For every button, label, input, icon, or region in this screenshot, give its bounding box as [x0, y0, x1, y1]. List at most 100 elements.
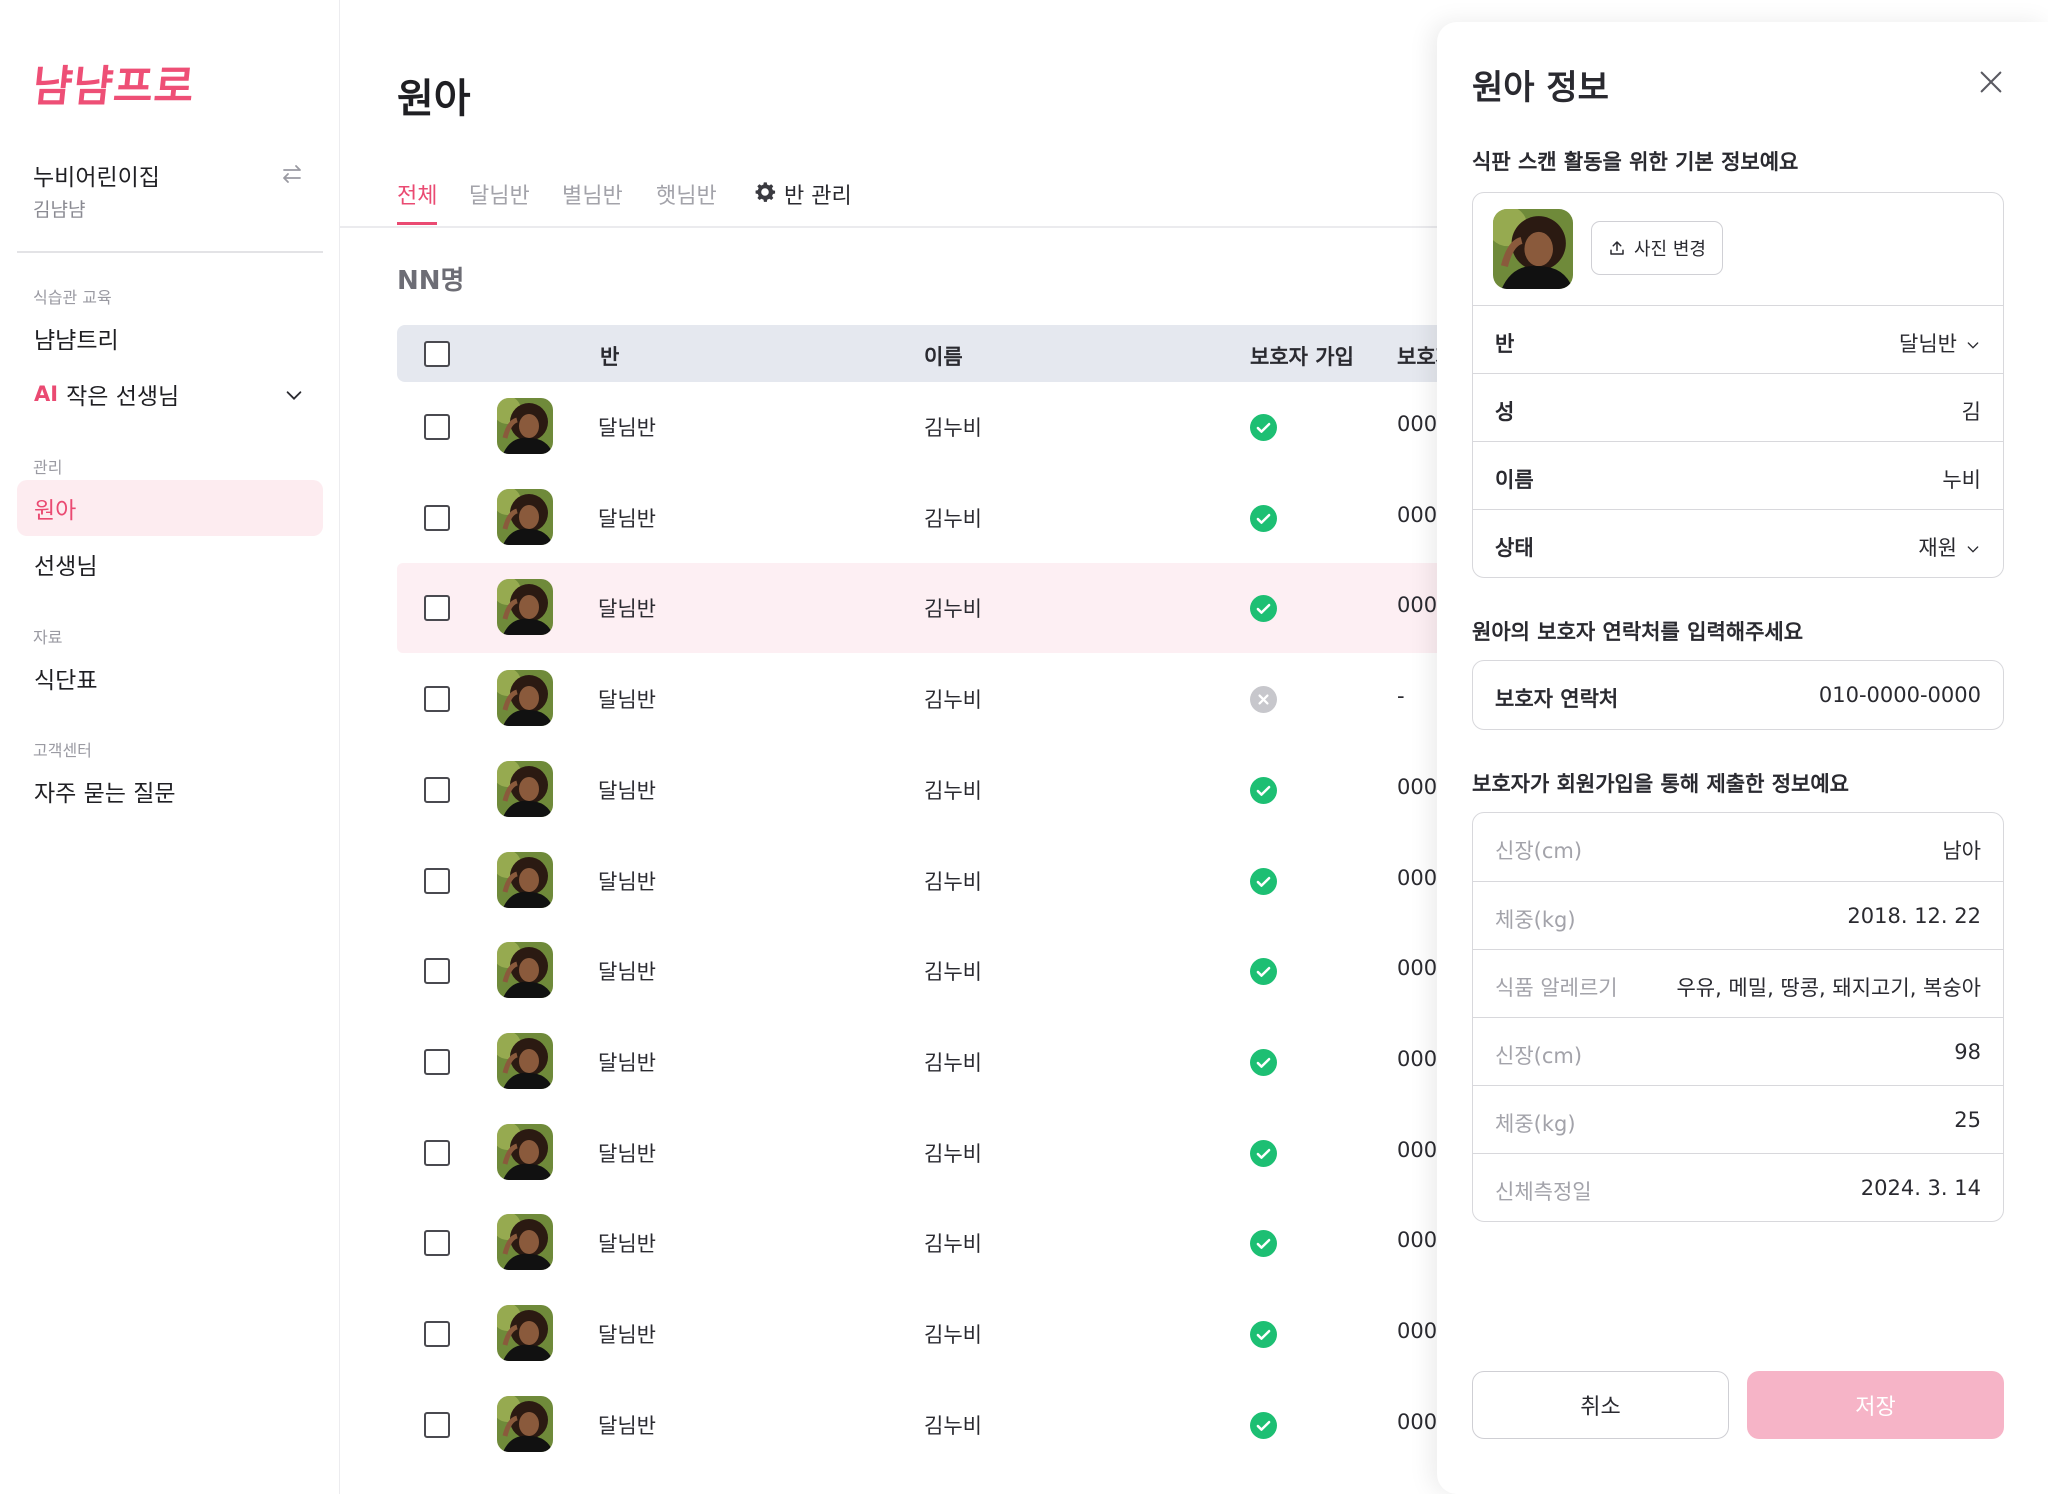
row-checkbox[interactable] — [424, 776, 450, 803]
table-row[interactable]: 달님반 김누비 000 — [397, 382, 1457, 472]
chevron-down-icon — [1967, 342, 1979, 349]
row-checkbox[interactable] — [424, 595, 450, 622]
switch-org-icon[interactable] — [280, 162, 304, 186]
row-checkbox[interactable] — [424, 414, 450, 440]
basic-info-card: 사진 변경 반 달님반 성 김 이름 누비 상태 재원 — [1472, 192, 2004, 578]
row-name: 김누비 — [924, 778, 982, 803]
table-row[interactable]: 달님반 김누비 000 — [397, 1380, 1457, 1470]
section-support-label: 고객센터 — [33, 741, 92, 760]
row-contact: 000 — [1397, 412, 1438, 436]
submitted-info-description: 보호자가 회원가입을 통해 제출한 정보예요 — [1472, 772, 1850, 796]
column-header-name[interactable]: 이름 — [924, 341, 963, 371]
table-header: 반 이름 보호자 가입 보호자 — [397, 325, 1457, 382]
row-checkbox[interactable] — [424, 1139, 450, 1166]
submitted-value: 2024. 3. 14 — [1860, 1176, 1981, 1200]
field-value[interactable]: 누비 — [1942, 464, 1981, 494]
cancel-button[interactable]: 취소 — [1472, 1371, 1729, 1439]
org-name: 누비어린이집 — [33, 165, 160, 191]
submitted-label: 신체측정일 — [1495, 1180, 1592, 1204]
row-contact: 000 — [1397, 1409, 1438, 1434]
sidebar-item-label: 선생님 — [34, 554, 98, 580]
sidebar-divider — [17, 251, 323, 253]
row-checkbox[interactable] — [424, 1321, 450, 1347]
table-row[interactable]: 달님반 김누비 000 — [397, 1198, 1457, 1288]
field-value[interactable]: 달님반 — [1899, 328, 1981, 358]
change-photo-button[interactable]: 사진 변경 — [1591, 221, 1723, 275]
table-row[interactable]: 달님반 김누비 000 — [397, 1017, 1457, 1107]
table-row[interactable]: 달님반 김누비 000 — [397, 745, 1457, 835]
guardian-contact-field[interactable]: 보호자 연락처 010-0000-0000 — [1473, 661, 2003, 729]
row-class: 달님반 — [598, 1141, 656, 1166]
guardian-contact-input[interactable]: 010-0000-0000 — [1819, 683, 1981, 707]
check-circle-icon — [1250, 414, 1277, 441]
field-row[interactable]: 반 달님반 — [1473, 305, 2003, 373]
photo-row: 사진 변경 — [1473, 193, 2003, 305]
tab-all[interactable]: 전체 — [397, 178, 437, 210]
chevron-down-icon — [1967, 546, 1979, 553]
brand-logo[interactable]: 냠냠프로 — [30, 52, 199, 114]
select-all-checkbox[interactable] — [424, 341, 450, 367]
close-icon[interactable] — [1977, 68, 2005, 96]
row-name: 김누비 — [924, 960, 982, 985]
sidebar-item-ai-teacher[interactable]: AI 작은 선생님 — [17, 366, 323, 422]
row-name: 김누비 — [924, 1232, 982, 1257]
sidebar-item-children[interactable]: 원아 — [17, 480, 323, 536]
field-row[interactable]: 성김 — [1473, 373, 2003, 441]
field-value[interactable]: 김 — [1962, 396, 1981, 426]
save-button[interactable]: 저장 — [1747, 1371, 2004, 1439]
submitted-info-row: 식품 알레르기 우유, 메밀, 땅콩, 돼지고기, 복숭아 — [1473, 949, 2003, 1017]
row-checkbox[interactable] — [424, 958, 450, 985]
row-class: 달님반 — [598, 1232, 656, 1257]
table-row[interactable]: 달님반 김누비 000 — [397, 1289, 1457, 1379]
row-checkbox[interactable] — [424, 867, 450, 894]
row-class: 달님반 — [598, 416, 656, 440]
submitted-label: 체중(kg) — [1495, 908, 1576, 932]
avatar — [497, 1305, 553, 1361]
field-row[interactable]: 이름 누비 — [1473, 441, 2003, 509]
row-checkbox[interactable] — [424, 1230, 450, 1257]
column-header-guardian-joined[interactable]: 보호자 가입 — [1250, 341, 1354, 371]
submitted-label: 신장(cm) — [1495, 839, 1583, 863]
field-value-text: 김 — [1961, 400, 1981, 424]
table-row[interactable]: 달님반 김누비 000 — [397, 926, 1457, 1016]
chevron-down-icon[interactable] — [283, 384, 305, 406]
table-row[interactable]: 달님반 김누비 000 — [397, 836, 1457, 926]
check-circle-icon — [1250, 504, 1277, 532]
row-checkbox[interactable] — [424, 1048, 450, 1075]
check-circle-icon — [1250, 1230, 1277, 1258]
sidebar-item-label: 자주 묻는 질문 — [34, 781, 176, 807]
sidebar-item-nyamtree[interactable]: 냠냠트리 — [17, 310, 323, 366]
section-manage-label: 관리 — [33, 458, 63, 477]
submitted-value: 우유, 메밀, 땅콩, 돼지고기, 복숭아 — [1676, 976, 1981, 1000]
table-row[interactable]: 달님반 김누비 000 — [397, 1108, 1457, 1198]
gear-icon[interactable] — [752, 179, 778, 205]
sidebar-item-faq[interactable]: 자주 묻는 질문 — [17, 763, 323, 819]
change-photo-label: 사진 변경 — [1634, 239, 1706, 260]
class-manage-button[interactable]: 반 관리 — [784, 178, 852, 210]
child-photo — [1493, 209, 1573, 289]
tab-moon-class[interactable]: 달님반 — [469, 178, 530, 210]
submitted-info-row: 신장(cm) 남아 — [1473, 813, 2003, 881]
row-checkbox[interactable] — [424, 504, 450, 531]
sidebar-item-teachers[interactable]: 선생님 — [17, 536, 323, 592]
column-header-class[interactable]: 반 — [600, 341, 619, 371]
tabs-divider — [340, 226, 1440, 228]
table-row[interactable]: 달님반 김누비 000 — [397, 473, 1457, 563]
field-row[interactable]: 상태 재원 — [1473, 509, 2003, 577]
check-circle-icon — [1250, 958, 1277, 986]
field-value[interactable]: 재원 — [1918, 532, 1981, 562]
avatar — [497, 670, 553, 727]
tab-sun-class[interactable]: 햇님반 — [656, 178, 717, 210]
row-checkbox[interactable] — [424, 686, 450, 713]
check-circle-icon — [1250, 1139, 1277, 1167]
check-circle-icon — [1250, 1321, 1277, 1348]
row-name: 김누비 — [924, 416, 982, 440]
submitted-value: 98 — [1954, 1040, 1981, 1064]
sidebar-item-label: 식단표 — [34, 668, 98, 694]
sidebar-item-menu[interactable]: 식단표 — [17, 650, 323, 706]
table-row[interactable]: 달님반 김누비 - — [397, 654, 1457, 744]
sidebar-item-label: 냠냠트리 — [34, 328, 119, 354]
table-row[interactable]: 달님반 김누비 000 — [397, 563, 1457, 654]
row-checkbox[interactable] — [424, 1411, 450, 1438]
tab-star-class[interactable]: 별님반 — [562, 178, 623, 210]
